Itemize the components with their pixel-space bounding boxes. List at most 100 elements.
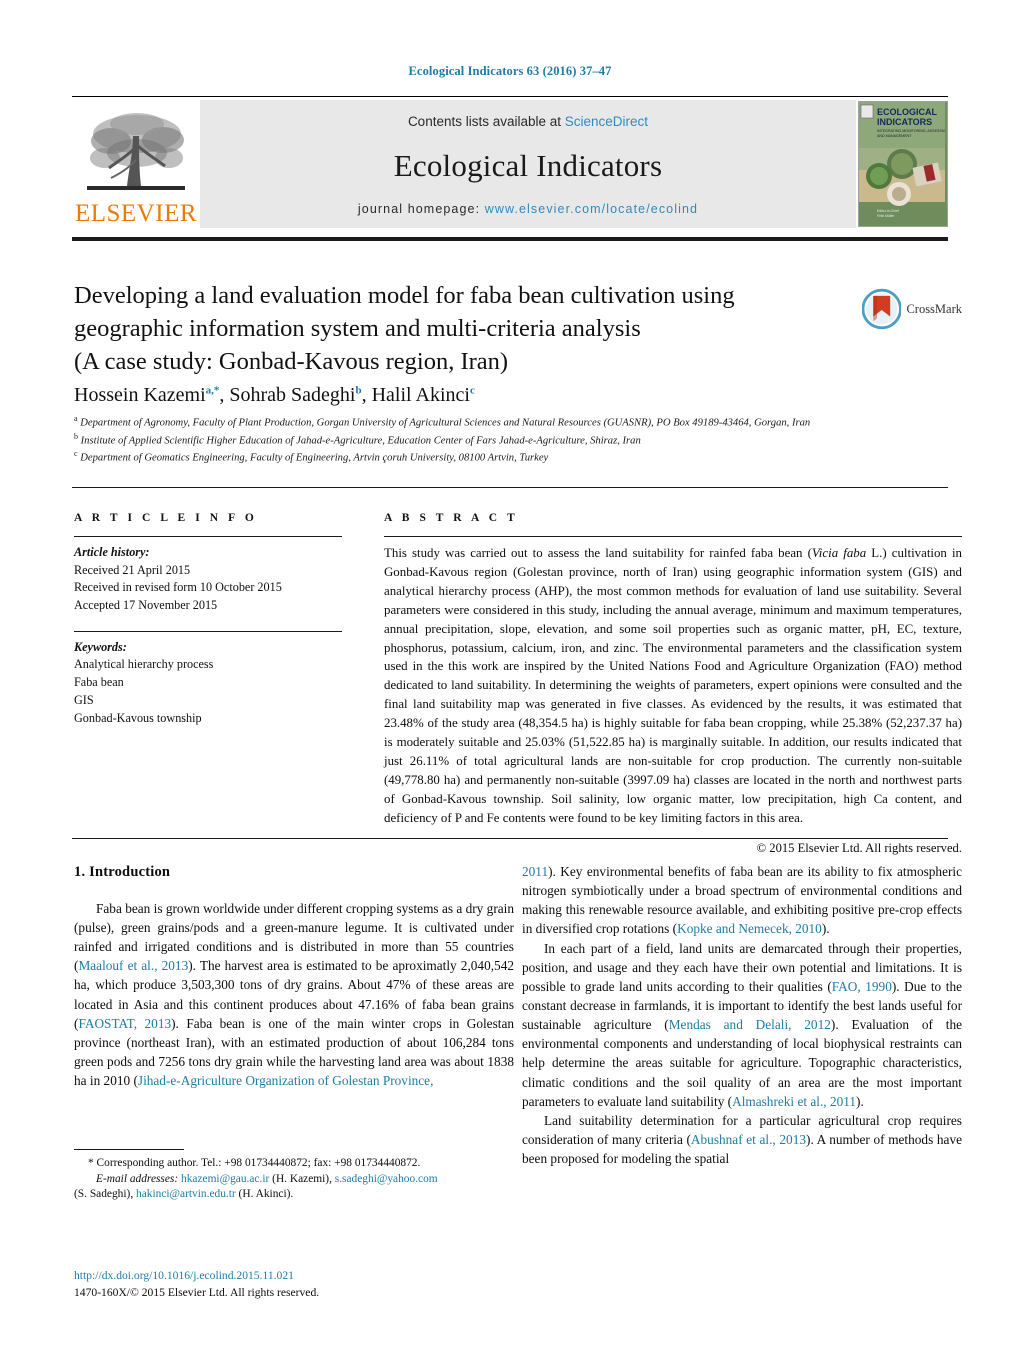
svg-text:AND MANAGEMENT: AND MANAGEMENT: [877, 134, 912, 138]
author-3: Halil Akincic: [372, 384, 475, 406]
citation-fao-1990[interactable]: FAO, 1990: [832, 979, 892, 994]
title-line-2: geographic information system and multi-…: [74, 314, 641, 342]
body-column-right: 2011). Key environmental benefits of fab…: [522, 862, 962, 1168]
issn-copyright-line: 1470-160X/© 2015 Elsevier Ltd. All right…: [74, 1285, 320, 1299]
article-info-rule-1: [74, 536, 342, 537]
crossmark-icon: [862, 288, 902, 330]
banner-right: ECOLOGICAL INDICATORS INTEGRATING MONITO…: [856, 100, 948, 228]
history-item-0: Received 21 April 2015: [74, 562, 191, 577]
banner-center: Contents lists available at ScienceDirec…: [200, 100, 856, 228]
abstract-body: This study was carried out to assess the…: [384, 544, 962, 828]
email-owner-kazemi: (H. Kazemi),: [269, 1172, 335, 1185]
banner-bottom-rule: [72, 237, 948, 241]
banner-top-rule: [72, 96, 948, 97]
journal-title: Ecological Indicators: [393, 147, 663, 183]
sciencedirect-link[interactable]: ScienceDirect: [565, 114, 648, 129]
citation-faostat-2013[interactable]: FAOSTAT, 2013: [78, 1016, 171, 1031]
article-history-block: Article history: Received 21 April 2015 …: [74, 544, 342, 615]
svg-text:INDICATORS: INDICATORS: [877, 117, 932, 127]
journal-banner: ELSEVIER Contents lists available at Sci…: [72, 100, 948, 228]
citation-jihad-golestan-year[interactable]: 2011: [522, 864, 548, 879]
keyword-3: Gonbad-Kavous township: [74, 710, 202, 725]
running-head: Ecological Indicators 63 (2016) 37–47: [408, 64, 612, 78]
article-info-heading: A R T I C L E I N F O: [74, 512, 258, 524]
author-2-name: Sohrab Sadeghi: [229, 384, 356, 406]
svg-text:INTEGRATING MONITORING, ASSESS: INTEGRATING MONITORING, ASSESSMENT: [877, 129, 945, 133]
corresponding-author-note: * Corresponding author. Tel.: +98 017344…: [88, 1157, 421, 1169]
journal-homepage-line: journal homepage: www.elsevier.com/locat…: [358, 202, 698, 216]
intro-paragraph-2: In each part of a field, land units are …: [522, 939, 962, 1111]
keyword-1: Faba bean: [74, 675, 124, 690]
citation-maalouf-2013[interactable]: Maalouf et al., 2013: [78, 958, 188, 973]
keywords-label: Keywords:: [74, 639, 127, 654]
affiliation-b-text: Institute of Applied Scientific Higher E…: [80, 435, 641, 447]
affiliation-a: a Department of Agronomy, Faculty of Pla…: [74, 413, 950, 431]
divider-above-abstract: [72, 487, 948, 488]
email-link-kazemi[interactable]: hkazemi@gau.ac.ir: [181, 1173, 269, 1185]
crossmark-label: CrossMark: [906, 301, 962, 316]
email-owner-akinci: (H. Akinci).: [235, 1188, 294, 1201]
svg-text:Editor-in-Chief: Editor-in-Chief: [877, 209, 899, 213]
email-label: E-mail addresses:: [96, 1172, 179, 1185]
email-addresses-note-cont: (S. Sadeghi), hakinci@artvin.edu.tr (H. …: [74, 1187, 514, 1203]
title-line-1: Developing a land evaluation model for f…: [74, 282, 735, 309]
citation-kopke-nemecek-2010[interactable]: Kopke and Nemecek, 2010: [677, 921, 822, 936]
intro-paragraph-1-cont: 2011). Key environmental benefits of fab…: [522, 862, 962, 939]
article-info-section: A R T I C L E I N F O Article history: R…: [74, 512, 342, 727]
homepage-prefix: journal homepage:: [357, 202, 485, 216]
elsevier-logo: ELSEVIER: [72, 100, 200, 228]
footnote-block: * Corresponding author. Tel.: +98 017344…: [74, 1156, 514, 1203]
crossmark-badge[interactable]: CrossMark: [862, 286, 962, 332]
affiliation-a-text: Department of Agronomy, Faculty of Plant…: [80, 417, 811, 429]
citation-almashreki-2011[interactable]: Almashreki et al., 2011: [732, 1094, 856, 1109]
intro-p1-cont-text-b: ).: [821, 921, 830, 937]
elsevier-wordmark: ELSEVIER: [74, 200, 198, 227]
footnote-rule: [74, 1149, 184, 1150]
article-info-rule-2: [74, 630, 342, 632]
section-heading-introduction: 1. Introduction: [74, 864, 171, 880]
keywords-block: Keywords: Analytical hierarchy process F…: [74, 639, 342, 727]
citation-jihad-golestan[interactable]: Jihad-e-Agriculture Organization of Gole…: [138, 1073, 434, 1088]
abstract-part-2: L.) cultivation in Gonbad-Kavous region …: [384, 546, 962, 825]
contents-available-line: Contents lists available at ScienceDirec…: [408, 114, 648, 129]
citation-abushnaf-2013[interactable]: Abushnaf et al., 2013: [691, 1132, 806, 1147]
title-line-3: (A case study: Gonbad-Kavous region, Ira…: [74, 347, 509, 375]
homepage-url-link[interactable]: www.elsevier.com/locate/ecolind: [485, 202, 698, 216]
author-sep-2: ,: [361, 384, 372, 406]
contents-prefix: Contents lists available at: [407, 114, 565, 129]
abstract-part-1: This study was carried out to assess the…: [384, 546, 812, 560]
abstract-copyright: © 2015 Elsevier Ltd. All rights reserved…: [756, 840, 962, 855]
affiliation-b: b Institute of Applied Scientific Higher…: [74, 431, 950, 449]
affiliation-a-mark: a: [74, 414, 78, 423]
email-owner-sadeghi: (S. Sadeghi),: [74, 1188, 137, 1201]
author-1-name: Hossein Kazemi: [74, 384, 206, 406]
author-2: Sohrab Sadeghib: [229, 384, 361, 406]
intro-paragraph-3: Land suitability determination for a par…: [522, 1111, 962, 1168]
affiliation-c-mark: c: [74, 449, 78, 459]
abstract-rule: [384, 536, 962, 537]
citation-mendas-delali-2012[interactable]: Mendas and Delali, 2012: [669, 1017, 831, 1032]
journal-article-page: Ecological Indicators 63 (2016) 37–47 EL…: [0, 0, 1020, 1351]
cover-artwork: ECOLOGICAL INDICATORS INTEGRATING MONITO…: [859, 102, 947, 224]
author-sep-1: ,: [219, 384, 230, 406]
doi-link[interactable]: http://dx.doi.org/10.1016/j.ecolind.2015…: [74, 1268, 514, 1285]
intro-paragraph-1: Faba bean is grown worldwide under diffe…: [74, 899, 514, 1090]
email-link-sadeghi[interactable]: s.sadeghi@yahoo.com: [335, 1173, 438, 1185]
email-link-akinci[interactable]: hakinci@artvin.edu.tr: [136, 1188, 236, 1200]
author-1: Hossein Kazemia,*: [74, 384, 219, 406]
author-3-name: Halil Akinci: [371, 384, 470, 406]
author-3-marks: c: [469, 384, 475, 397]
svg-text:ECOLOGICAL: ECOLOGICAL: [877, 107, 938, 117]
abstract-section: A B S T R A C T This study was carried o…: [384, 512, 962, 856]
page-title: Developing a land evaluation model for f…: [74, 280, 774, 378]
elsevier-tree-icon: [87, 113, 185, 190]
intro-p2-text-d: ).: [856, 1093, 864, 1109]
body-column-left: 1. Introduction Faba bean is grown world…: [74, 862, 514, 1090]
divider-below-abstract: [72, 838, 948, 839]
email-addresses-note: E-mail addresses: hkazemi@gau.ac.ir (H. …: [74, 1172, 514, 1188]
keyword-0: Analytical hierarchy process: [74, 657, 214, 672]
svg-text:Felix Müller: Felix Müller: [877, 214, 895, 218]
journal-cover-image: ECOLOGICAL INDICATORS INTEGRATING MONITO…: [858, 101, 948, 227]
affiliation-c: c Department of Geomatics Engineering, F…: [74, 448, 950, 466]
